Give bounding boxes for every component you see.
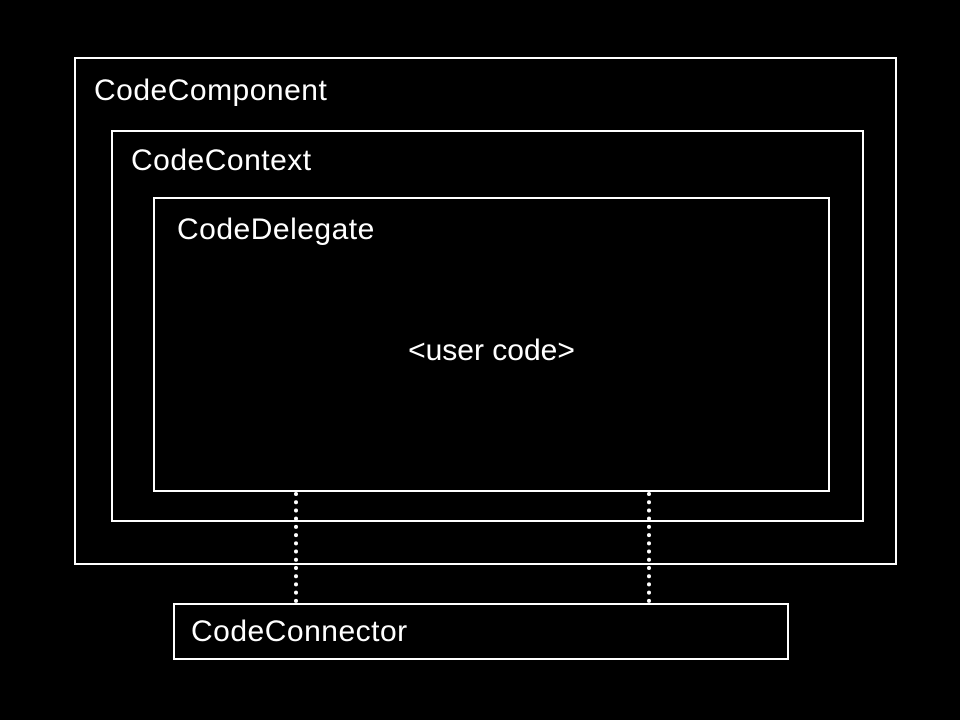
connector-line-right bbox=[647, 492, 651, 603]
code-context-label: CodeContext bbox=[131, 144, 312, 178]
diagram-canvas: CodeComponent CodeContext CodeDelegate <… bbox=[0, 0, 960, 720]
code-delegate-box: CodeDelegate <user code> bbox=[153, 197, 830, 492]
connector-line-left bbox=[294, 492, 298, 603]
code-delegate-label: CodeDelegate bbox=[177, 213, 375, 247]
code-connector-box: CodeConnector bbox=[173, 603, 789, 660]
code-connector-label: CodeConnector bbox=[191, 615, 408, 649]
user-code-text: <user code> bbox=[155, 334, 828, 368]
code-component-label: CodeComponent bbox=[94, 74, 327, 108]
